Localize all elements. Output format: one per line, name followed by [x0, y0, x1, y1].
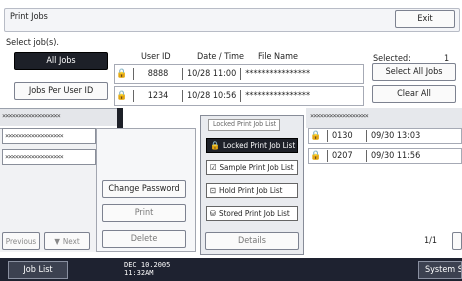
- job-row[interactable]: 🔒 1234 10/28 10:56 ****************: [114, 86, 364, 106]
- sample-icon: ☑: [210, 163, 217, 172]
- column-datetime: Date / Time: [197, 52, 245, 62]
- job-user: 0207: [332, 151, 353, 161]
- lock-icon: 🔒: [116, 91, 128, 101]
- lock-icon: 🔒: [310, 131, 322, 141]
- next-button[interactable]: ▼ Next: [44, 232, 90, 250]
- jobs-per-user-button[interactable]: Jobs Per User ID: [14, 82, 108, 100]
- job-file: ****************: [245, 91, 310, 101]
- popup-header: Locked Print Job List: [208, 119, 280, 131]
- print-jobs-screen: Print Jobs Exit Select job(s). All Jobs …: [0, 0, 462, 281]
- clock: DEC 10.2005 11:32AM: [124, 261, 170, 277]
- menu-locked-print[interactable]: 🔒 Locked Print Job List: [206, 138, 298, 153]
- hatch-text-right: ××××××××××××××××××: [310, 112, 369, 120]
- job-list-button[interactable]: Job List: [8, 261, 68, 279]
- hatch-text: ××××××××××××××××××: [2, 112, 61, 120]
- menu-sample-print[interactable]: ☑ Sample Print Job List: [206, 160, 298, 175]
- column-file-name: File Name: [258, 52, 298, 62]
- page-title: Print Jobs: [10, 12, 48, 22]
- scroll-up-button[interactable]: [452, 232, 462, 250]
- print-button[interactable]: Print: [102, 204, 186, 222]
- job-time: 09/30 11:56: [371, 151, 421, 161]
- clear-all-button[interactable]: Clear All: [372, 85, 456, 103]
- delete-button[interactable]: Delete: [102, 230, 186, 248]
- all-jobs-button[interactable]: All Jobs: [14, 52, 108, 70]
- title-bar: [4, 8, 460, 32]
- lock-icon: 🔒: [116, 69, 128, 79]
- clock-date: DEC 10.2005: [124, 261, 171, 269]
- menu-stored-print[interactable]: ⛁ Stored Print Job List: [206, 206, 298, 221]
- hold-icon: ⊡: [210, 186, 217, 195]
- masked-text: ××××××××××××××××××: [5, 153, 64, 161]
- select-all-button[interactable]: Select All Jobs: [372, 63, 456, 81]
- details-button[interactable]: Details: [205, 232, 299, 250]
- menu-hold-print[interactable]: ⊡ Hold Print Job List: [206, 183, 298, 198]
- lock-icon: 🔒: [310, 151, 322, 161]
- job-user: 0130: [332, 131, 353, 141]
- job-user: 1234: [147, 91, 169, 101]
- exit-button[interactable]: Exit: [395, 10, 455, 28]
- job-time: 10/28 11:00: [187, 69, 237, 79]
- job-time: 10/28 10:56: [187, 91, 237, 101]
- status-bar: Job List DEC 10.2005 11:32AM System Stat: [0, 258, 462, 281]
- scroll-marker: [117, 108, 123, 128]
- next-label: Next: [62, 236, 80, 246]
- job-time: 09/30 13:03: [371, 131, 421, 141]
- job-user: 8888: [147, 69, 169, 79]
- system-status-button[interactable]: System Stat: [418, 261, 462, 279]
- previous-button[interactable]: Previous: [2, 232, 40, 250]
- clock-time: 11:32AM: [124, 269, 154, 277]
- select-prompt: Select job(s).: [6, 38, 60, 48]
- page-indicator: 1/1: [424, 236, 438, 246]
- masked-text: ××××××××××××××××××: [5, 132, 64, 140]
- job-file: ****************: [245, 69, 310, 79]
- job-row[interactable]: 🔒 8888 10/28 11:00 ****************: [114, 64, 364, 84]
- change-password-button[interactable]: Change Password: [102, 180, 186, 198]
- lock-icon: 🔒: [210, 141, 220, 150]
- triangle-down-icon: ▼: [54, 236, 60, 246]
- column-user-id: User ID: [141, 52, 171, 62]
- stored-icon: ⛁: [210, 209, 217, 218]
- job-row-underlying[interactable]: 🔒 0207 09/30 11:56: [308, 148, 462, 164]
- job-row-underlying[interactable]: 🔒 0130 09/30 13:03: [308, 128, 462, 144]
